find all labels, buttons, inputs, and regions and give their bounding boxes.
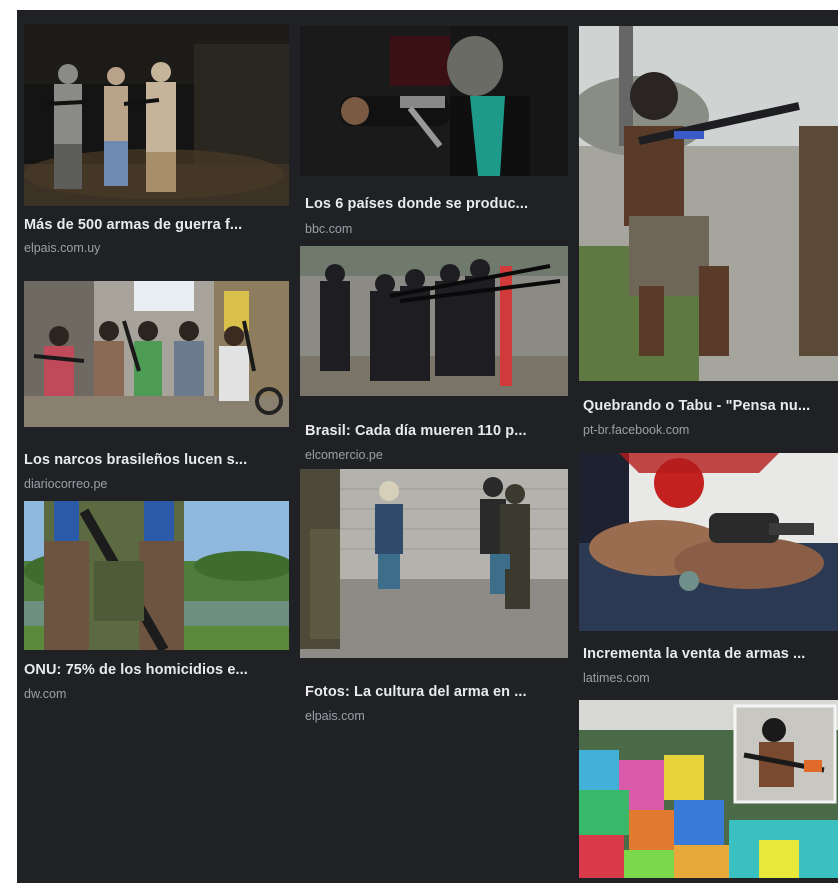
result-card[interactable]: Incrementa la venta de armas ... latimes… — [579, 453, 838, 693]
result-title[interactable]: Los 6 países donde se produc... — [305, 196, 568, 212]
result-thumbnail[interactable] — [579, 453, 838, 631]
result-card[interactable]: Más de 500 armas de guerra f... elpais.c… — [24, 24, 289, 274]
result-title[interactable]: ONU: 75% de los homicidios e... — [24, 662, 289, 678]
result-title[interactable]: Más de 500 armas de guerra f... — [24, 217, 289, 233]
result-card[interactable]: Los narcos brasileños lucen s... diarioc… — [24, 281, 289, 491]
result-card[interactable]: Brasil: Cada día mueren 110 p... elcomer… — [300, 246, 568, 466]
result-thumbnail[interactable] — [24, 281, 289, 427]
result-source: diariocorreo.pe — [24, 477, 108, 491]
result-card[interactable]: Fotos: La cultura del arma en ... elpais… — [300, 469, 568, 723]
result-title[interactable]: Brasil: Cada día mueren 110 p... — [305, 423, 568, 439]
result-thumbnail[interactable] — [579, 700, 838, 878]
result-card[interactable] — [579, 700, 838, 883]
result-thumbnail[interactable] — [579, 26, 838, 381]
result-title[interactable]: Fotos: La cultura del arma en ... — [305, 684, 568, 700]
result-thumbnail[interactable] — [300, 26, 568, 176]
result-source: dw.com — [24, 687, 67, 701]
image-results-grid: Más de 500 armas de guerra f... elpais.c… — [17, 10, 838, 883]
result-source: bbc.com — [305, 222, 353, 236]
result-source: elpais.com — [305, 709, 365, 723]
result-source: elcomercio.pe — [305, 448, 383, 462]
result-title[interactable]: Incrementa la venta de armas ... — [583, 646, 838, 662]
result-thumbnail[interactable] — [300, 469, 568, 658]
result-source: latimes.com — [583, 671, 650, 685]
result-source: elpais.com.uy — [24, 241, 101, 255]
result-card[interactable]: Quebrando o Tabu - "Pensa nu... pt-br.fa… — [579, 26, 838, 446]
result-title[interactable]: Quebrando o Tabu - "Pensa nu... — [583, 398, 838, 414]
result-card[interactable]: Los 6 países donde se produc... bbc.com — [300, 26, 568, 246]
result-card[interactable]: ONU: 75% de los homicidios e... dw.com — [24, 501, 289, 711]
result-source: pt-br.facebook.com — [583, 423, 690, 437]
result-thumbnail[interactable] — [24, 501, 289, 650]
result-thumbnail[interactable] — [24, 24, 289, 206]
result-thumbnail[interactable] — [300, 246, 568, 396]
result-title[interactable]: Los narcos brasileños lucen s... — [24, 452, 289, 468]
